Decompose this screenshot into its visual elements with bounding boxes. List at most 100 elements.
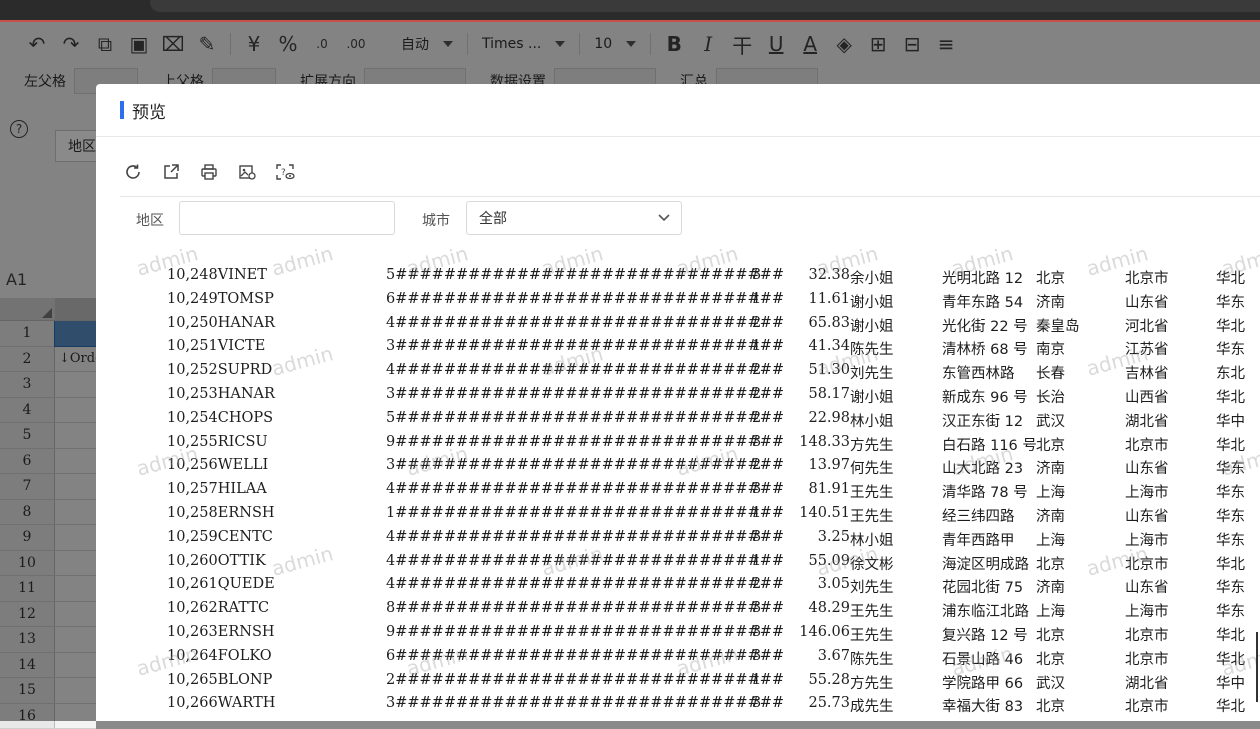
contact-name-cell: 谢小姐 [850,291,894,312]
region-cell: 华东 [1216,481,1245,502]
city-cell: 北京 [1036,695,1065,716]
province-cell: 上海市 [1125,529,1169,550]
table-row: 10,257HILAA4############################… [96,478,1260,502]
city-cell: 上海 [1036,481,1065,502]
contact-name-cell: 王先生 [850,505,894,526]
contact-name-cell: 徐文彬 [850,553,894,574]
customer-code: HILAA [218,481,267,497]
city-cell: 北京 [1036,267,1065,288]
quantity-cell: 3 [752,529,761,545]
table-row: 10,266WARTH3############################… [96,692,1260,716]
region-cell: 华北 [1216,553,1245,574]
province-cell: 上海市 [1125,600,1169,621]
customer-code: HANAR [218,315,275,331]
image-export-icon[interactable] [234,159,260,185]
quantity-cell: 2 [752,315,761,331]
province-cell: 北京市 [1125,434,1169,455]
quantity-cell: 2 [752,457,761,473]
overflow-cell: 5################################ [386,410,784,426]
city-cell: 武汉 [1036,410,1065,431]
scrollbar-edge[interactable] [1256,632,1258,702]
order-id-cell: 10,252SUPRD [167,362,272,378]
province-cell: 河北省 [1125,315,1169,336]
freight-cell: 58.17 [808,386,850,402]
order-id: 10,262 [167,600,218,616]
table-row: 10,261QUEDE 4############################… [96,573,1260,597]
order-id-cell: 10,255RICSU [167,434,268,450]
order-id-cell: 10,248VINET [167,267,267,283]
region-cell: 华北 [1216,648,1245,669]
order-id-cell: 10,264FOLKO [167,648,272,664]
overflow-cell: 2################################ [386,672,784,688]
region-filter-input[interactable] [179,201,395,235]
table-row: 10,248VINET 5############################… [96,264,1260,288]
refresh-icon[interactable] [120,159,146,185]
region-cell: 东北 [1216,362,1245,383]
city-cell: 上海 [1036,529,1065,550]
customer-code: FOLKO [218,648,272,664]
chevron-down-icon [657,213,671,223]
customer-code: RICSU [218,434,268,450]
overflow-cell: 4################################ [386,576,784,592]
export-icon[interactable] [158,159,184,185]
city-cell: 北京 [1036,434,1065,455]
overflow-cell: 3################################ [386,457,784,473]
order-id-cell: 10,263ERNSH [167,624,275,640]
dialog-title: 预览 [132,98,166,123]
order-id-cell: 10,265BLONP [167,672,272,688]
overflow-cell: 4################################ [386,553,784,569]
quantity-cell: 1 [752,553,761,569]
region-cell: 华北 [1216,695,1245,716]
table-row: 10,262RATTC8############################… [96,597,1260,621]
order-id-cell: 10,257HILAA [167,481,267,497]
order-id-cell: 10,262RATTC [167,600,269,616]
quantity-cell: 2 [752,362,761,378]
freight-cell: 65.83 [808,315,850,331]
contact-name-cell: 谢小姐 [850,315,894,336]
province-cell: 山东省 [1125,576,1169,597]
region-cell: 华中 [1216,410,1245,431]
svg-text:?: ? [281,168,286,178]
customer-code: CENTC [218,529,273,545]
order-id-cell: 10,249TOMSP [167,291,274,307]
order-id: 10,251 [167,338,218,354]
region-cell: 华北 [1216,386,1245,407]
freight-cell: 13.97 [808,457,850,473]
region-cell: 华北 [1216,434,1245,455]
table-row: 10,264FOLKO6############################… [96,645,1260,669]
order-id: 10,255 [167,434,218,450]
overflow-cell: 6################################ [386,291,784,307]
quantity-cell: 3 [752,434,761,450]
table-row: 10,265BLONP 2############################… [96,669,1260,693]
contact-name-cell: 谢小姐 [850,386,894,407]
contact-name-cell: 刘先生 [850,576,894,597]
quantity-cell: 3 [752,695,761,711]
contact-name-cell: 林小姐 [850,410,894,431]
print-icon[interactable] [196,159,222,185]
table-row: 10,249TOMSP 6############################… [96,288,1260,312]
city-cell: 北京 [1036,624,1065,645]
contact-name-cell: 何先生 [850,457,894,478]
order-id-cell: 10,251VICTE [167,338,265,354]
contact-name-cell: 王先生 [850,600,894,621]
order-id-cell: 10,261QUEDE [167,576,275,592]
table-row: 10,263ERNSH9############################… [96,621,1260,645]
order-id-cell: 10,254CHOPS [167,410,273,426]
customer-code: VICTE [218,338,266,354]
order-id-cell: 10,256WELLI [167,457,268,473]
quantity-cell: 3 [752,600,761,616]
contact-name-cell: 陈先生 [850,648,894,669]
freight-cell: 55.09 [808,553,850,569]
province-cell: 江苏省 [1125,338,1169,359]
table-row: 10,251VICTE3############################… [96,335,1260,359]
customer-code: WARTH [218,695,276,711]
order-id-cell: 10,259CENTC [167,529,273,545]
quantity-cell: 1 [752,672,761,688]
customer-code: CHOPS [218,410,273,426]
overflow-cell: 5################################ [386,267,784,283]
city-filter-select[interactable]: 全部 [466,201,682,235]
table-row: 10,256WELLI 3############################… [96,454,1260,478]
view-setting-icon[interactable]: ? [272,159,298,185]
contact-name-cell: 王先生 [850,624,894,645]
freight-cell: 22.98 [808,410,850,426]
